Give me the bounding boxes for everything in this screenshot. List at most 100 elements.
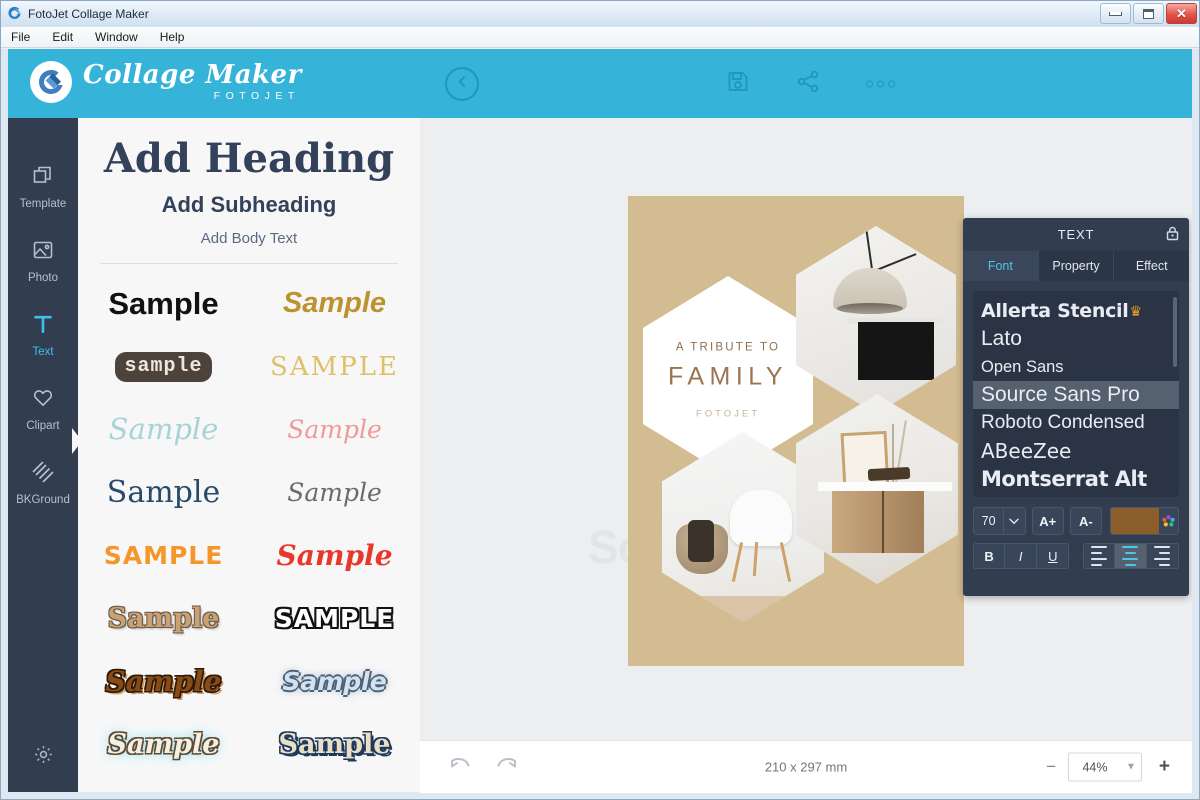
font-size-value: 70 xyxy=(981,514,996,528)
font-name: Lato xyxy=(981,327,1022,350)
tile-text-block: A TRIBUTE TO FAMILY FOTOJET xyxy=(643,342,813,420)
text-style-item[interactable]: Sample xyxy=(78,667,249,696)
text-style-item[interactable]: Sample xyxy=(78,477,249,508)
menu-bar: File Edit Window Help xyxy=(0,27,1200,48)
font-list-item[interactable]: Lato xyxy=(973,325,1179,353)
text-style-item[interactable]: Sample xyxy=(78,415,249,444)
lock-icon[interactable] xyxy=(1166,226,1179,244)
text-style-item[interactable]: sample xyxy=(78,351,249,382)
design-canvas[interactable]: A TRIBUTE TO FAMILY FOTOJET xyxy=(628,196,964,666)
text-properties-panel: TEXT Font Property Effect Allerta Stenci… xyxy=(963,218,1189,596)
add-subheading-preset[interactable]: Add Subheading xyxy=(78,192,420,218)
bold-button[interactable]: B xyxy=(973,543,1006,569)
sidebar-item-photo[interactable]: Photo xyxy=(8,224,78,298)
text-style-item[interactable]: SAMPLE xyxy=(249,606,420,631)
style-row: Sample Sample xyxy=(78,461,420,524)
font-name: Montserrat Alt xyxy=(981,467,1147,491)
brand-logo[interactable]: Collage Maker FOTOJET xyxy=(30,61,302,103)
basket-contents xyxy=(688,520,714,562)
sidebar-item-template[interactable]: Template xyxy=(8,150,78,224)
font-name: Open Sans xyxy=(981,357,1064,376)
add-heading-preset[interactable]: Add Heading xyxy=(78,136,420,182)
menu-window[interactable]: Window xyxy=(95,30,138,44)
font-list-item[interactable]: ABeeZee xyxy=(973,437,1179,465)
text-style-item[interactable]: SAMPLE xyxy=(249,354,420,380)
lamp-cord xyxy=(864,226,874,270)
font-list-item-selected[interactable]: Source Sans Pro xyxy=(973,381,1179,409)
table-top xyxy=(818,482,952,491)
text-style-item[interactable]: Sample xyxy=(249,289,420,318)
redo-button[interactable] xyxy=(495,756,518,779)
undo-arrow-icon xyxy=(449,758,472,778)
minimize-icon xyxy=(1109,11,1122,16)
align-center-icon xyxy=(1122,544,1139,568)
save-button[interactable] xyxy=(726,69,750,98)
menu-edit[interactable]: Edit xyxy=(52,30,73,44)
font-list[interactable]: Allerta Stencil ♛ Lato Open Sans Source … xyxy=(973,291,1179,497)
text-style-item[interactable]: Sample xyxy=(78,605,249,632)
align-right-button[interactable] xyxy=(1146,543,1180,569)
letter-t-icon xyxy=(32,313,54,340)
window-title: FotoJet Collage Maker xyxy=(28,6,149,21)
tab-font[interactable]: Font xyxy=(963,251,1039,281)
sidebar-item-label: Template xyxy=(19,197,67,210)
text-color-control xyxy=(1109,507,1179,535)
undo-button[interactable] xyxy=(449,756,472,779)
text-style-item[interactable]: Sample xyxy=(249,480,420,505)
settings-button[interactable] xyxy=(8,744,78,770)
menu-help[interactable]: Help xyxy=(160,30,185,44)
canvas-stage[interactable]: SoftwareSuggest.com A TRIBUTE TO FAMILY … xyxy=(420,118,1192,740)
menu-file[interactable]: File xyxy=(11,30,30,44)
add-body-text-preset[interactable]: Add Body Text xyxy=(78,230,420,247)
zoom-out-button[interactable]: − xyxy=(1046,757,1056,777)
chevron-down-icon xyxy=(1003,508,1025,534)
three-dots-icon xyxy=(866,80,873,87)
align-center-button[interactable] xyxy=(1114,543,1147,569)
tab-effect[interactable]: Effect xyxy=(1114,251,1189,281)
tab-property[interactable]: Property xyxy=(1039,251,1115,281)
share-button[interactable] xyxy=(796,69,820,98)
italic-button[interactable]: I xyxy=(1005,543,1038,569)
font-list-item[interactable]: Open Sans xyxy=(973,353,1179,381)
text-style-item[interactable]: Sample xyxy=(249,731,420,758)
decrease-font-size-button[interactable]: A- xyxy=(1069,507,1102,535)
zoom-select[interactable]: 44% ▼ xyxy=(1068,752,1142,782)
color-wheel-icon[interactable] xyxy=(1159,508,1178,534)
close-button[interactable]: ✕ xyxy=(1166,3,1197,24)
text-style-item[interactable]: SAMPLE xyxy=(78,543,249,568)
window-controls: ✕ xyxy=(1100,3,1197,24)
zoom-value: 44% xyxy=(1082,760,1108,774)
text-style-item[interactable]: Sample xyxy=(78,288,249,319)
text-style-item[interactable]: Sample xyxy=(78,731,249,758)
increase-font-size-button[interactable]: A+ xyxy=(1031,507,1064,535)
back-button[interactable] xyxy=(445,66,479,101)
align-left-button[interactable] xyxy=(1082,543,1115,569)
underline-button[interactable]: U xyxy=(1037,543,1070,569)
text-style-item[interactable]: Sample xyxy=(249,669,420,694)
font-list-scrollbar[interactable] xyxy=(1173,297,1177,367)
maximize-button[interactable] xyxy=(1133,3,1164,24)
sidebar-item-bkground[interactable]: BKGround xyxy=(8,446,78,520)
text-style-grid: Sample Sample sample SAMPLE Sample Sampl… xyxy=(78,272,420,776)
more-button[interactable] xyxy=(866,80,895,87)
brand-text: Collage Maker FOTOJET xyxy=(83,62,302,102)
font-size-select[interactable]: 70 xyxy=(973,507,1026,535)
font-list-item[interactable]: Roboto Condensed xyxy=(973,409,1179,437)
text-color-swatch[interactable] xyxy=(1110,508,1160,534)
sidebar-item-clipart[interactable]: Clipart xyxy=(8,372,78,446)
tray xyxy=(867,466,911,482)
lamp-opening xyxy=(837,303,903,314)
sidebar-item-text[interactable]: Text xyxy=(8,298,78,372)
font-list-item[interactable]: Montserrat Alt xyxy=(973,465,1179,493)
zoom-in-button[interactable]: + xyxy=(1159,756,1170,778)
chair-seat xyxy=(730,490,792,546)
style-row: SAMPLE Sample xyxy=(78,524,420,587)
text-style-item[interactable]: Sample xyxy=(249,541,420,570)
pendant-lamp-photo[interactable] xyxy=(796,226,956,414)
brand-name: Collage Maker xyxy=(83,60,302,91)
font-list-item[interactable]: Allerta Stencil ♛ xyxy=(973,297,1179,325)
fotojet-logo-icon xyxy=(7,6,22,21)
minimize-button[interactable] xyxy=(1100,3,1131,24)
text-style-item[interactable]: Sample xyxy=(249,417,420,442)
window-left-edge xyxy=(0,49,8,800)
